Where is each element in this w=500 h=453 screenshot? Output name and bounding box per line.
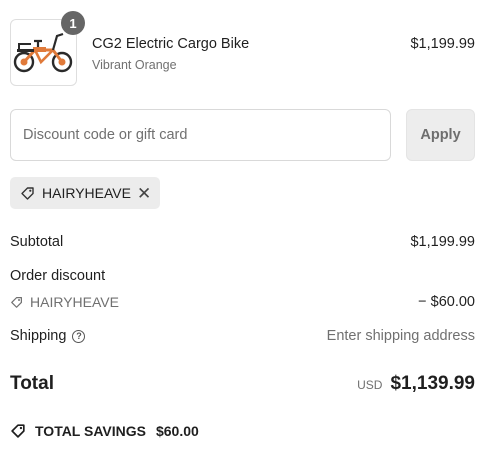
tag-icon <box>10 295 24 309</box>
currency-code: USD <box>357 378 383 392</box>
order-discount-label: Order discount <box>10 268 106 284</box>
discount-code-text: HAIRYHEAVE <box>30 294 119 310</box>
tag-icon <box>20 185 36 201</box>
product-price: $1,199.99 <box>410 36 475 52</box>
total-amount: $1,139.99 <box>390 373 475 394</box>
shipping-value: Enter shipping address <box>326 328 475 344</box>
total-label: Total <box>10 373 54 394</box>
discount-code-line: HAIRYHEAVE <box>10 294 119 310</box>
help-icon[interactable]: ? <box>72 329 86 343</box>
applied-discount-chip: HAIRYHEAVE ✕ <box>10 177 160 209</box>
savings-amount: $60.00 <box>155 422 199 439</box>
product-name: CG2 Electric Cargo Bike <box>92 36 250 52</box>
total-value-group: USD $1,139.99 <box>357 373 475 395</box>
total-savings: TOTAL SAVINGS $60.00 <box>10 422 199 439</box>
remove-discount-icon[interactable]: ✕ <box>137 185 151 202</box>
discount-value: − $60.00 <box>418 294 475 310</box>
quantity-badge: 1 <box>61 11 85 35</box>
subtotal-value: $1,199.99 <box>410 234 475 250</box>
apply-discount-button[interactable]: Apply <box>406 109 475 161</box>
applied-discount-code: HAIRYHEAVE <box>42 185 131 201</box>
product-variant: Vibrant Orange <box>92 58 177 72</box>
shipping-label-row: Shipping? <box>10 328 86 344</box>
subtotal-label: Subtotal <box>10 234 64 250</box>
savings-label: TOTAL SAVINGS <box>35 422 146 439</box>
tag-icon <box>10 422 27 439</box>
shipping-label: Shipping <box>10 328 67 344</box>
order-summary: 1 CG2 Electric Cargo Bike Vibrant Orange… <box>0 0 500 453</box>
discount-code-input[interactable] <box>10 109 391 161</box>
